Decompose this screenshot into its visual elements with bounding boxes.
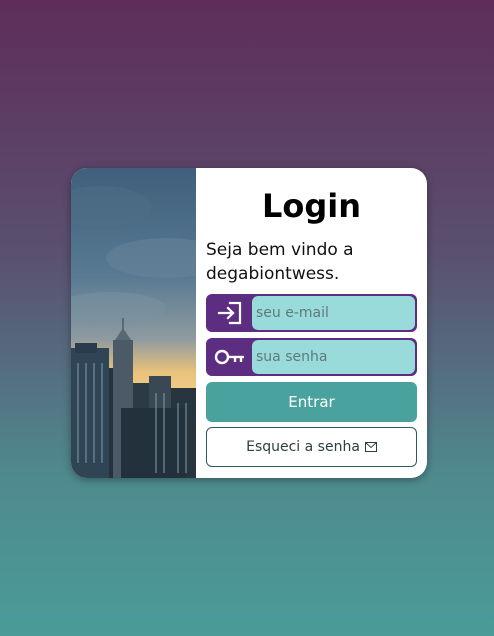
- password-field-group: [206, 338, 417, 376]
- forgot-password-label: Esqueci a senha: [246, 439, 360, 455]
- forgot-password-button[interactable]: Esqueci a senha: [206, 427, 417, 467]
- login-card: Login Seja bem vindo a degabiontwess. se…: [71, 168, 427, 478]
- envelope-icon: [364, 442, 377, 452]
- email-field-group: [206, 294, 417, 332]
- email-input[interactable]: [252, 296, 415, 330]
- welcome-message: Seja bem vindo a degabiontwess.: [206, 240, 354, 284]
- submit-button[interactable]: Entrar: [206, 382, 417, 422]
- login-form: Login Seja bem vindo a degabiontwess. se…: [196, 168, 427, 478]
- page-title: Login: [261, 187, 362, 225]
- key-icon: [208, 340, 252, 374]
- password-input[interactable]: [252, 340, 415, 374]
- city-skyline-image: [71, 168, 196, 478]
- login-arrow-icon: [208, 296, 252, 330]
